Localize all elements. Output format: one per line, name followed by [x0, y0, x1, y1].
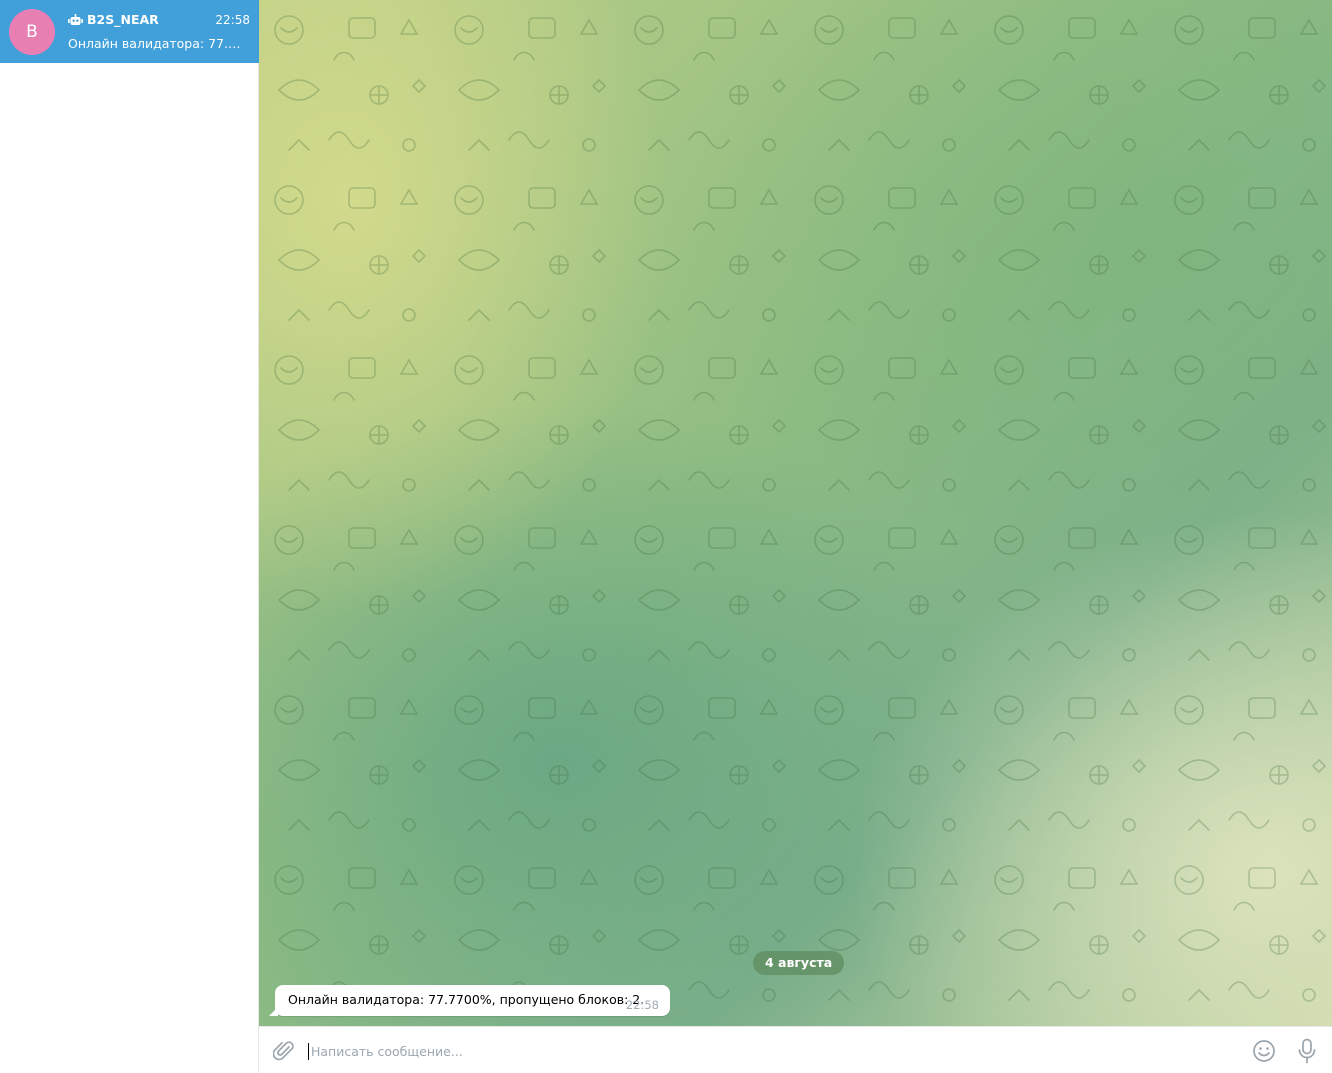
paperclip-icon[interactable] — [273, 1039, 295, 1063]
message-text: Онлайн валидатора: 77.7700%, пропущено б… — [288, 992, 645, 1007]
date-badge: 4 августа — [753, 951, 845, 975]
message-bubble[interactable]: Онлайн валидатора: 77.7700%, пропущено б… — [269, 985, 670, 1016]
chat-title-row: B2S_NEAR 22:58 — [68, 12, 250, 30]
message-tail — [269, 1007, 278, 1016]
text-cursor — [308, 1043, 309, 1060]
bot-icon — [68, 14, 83, 25]
message-composer — [259, 1026, 1332, 1073]
doodle-background — [259, 0, 1332, 1026]
chat-list-sidebar: B B2S_NEAR 22:58 Онлайн валидатора: 77.7… — [0, 0, 259, 1073]
smile-icon[interactable] — [1252, 1039, 1276, 1063]
chat-list-item[interactable]: B B2S_NEAR 22:58 Онлайн валидатора: 77.7… — [0, 0, 259, 63]
telegram-window: B B2S_NEAR 22:58 Онлайн валидатора: 77.7… — [0, 0, 1332, 1073]
message-time: 22:58 — [625, 998, 659, 1012]
avatar: B — [9, 9, 55, 55]
chat-history[interactable]: 4 августа Онлайн валидатора: 77.7700%, п… — [259, 0, 1332, 1026]
message-input[interactable] — [311, 1037, 1231, 1065]
chat-name: B2S_NEAR — [87, 12, 159, 27]
chat-preview: Онлайн валидатора: 77.770... — [68, 36, 248, 51]
microphone-icon[interactable] — [1296, 1038, 1318, 1064]
chat-time: 22:58 — [215, 13, 250, 27]
